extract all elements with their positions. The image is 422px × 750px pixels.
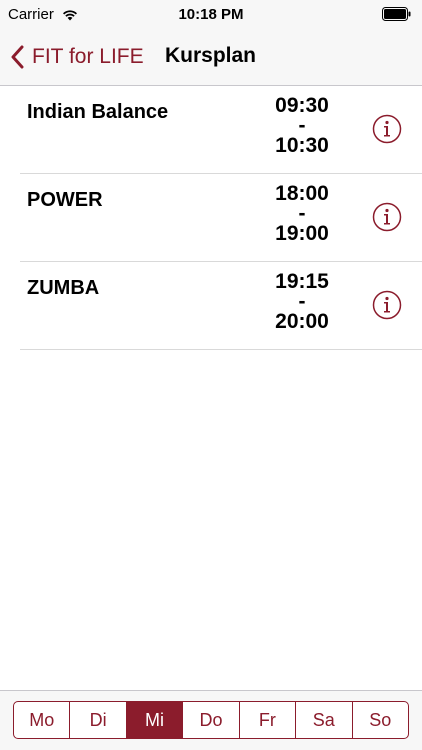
day-segmented-control: Mo Di Mi Do Fr Sa So [13,701,409,739]
back-label: FIT for LIFE [32,45,144,68]
nav-bar: FIT for LIFE Kursplan [0,30,422,86]
course-time-separator: - [298,202,306,225]
course-name: POWER [27,189,103,211]
course-row[interactable]: ZUMBA 19:15 - 20:00 [20,262,422,350]
day-tab-di[interactable]: Di [70,702,127,738]
course-time: 09:30 - 10:30 [260,94,344,157]
day-tab-fr[interactable]: Fr [240,702,297,738]
course-end-time: 10:30 [275,134,329,157]
screen: Carrier 10:18 PM FIT for LIFE Kursplan I… [0,0,422,750]
day-tab-mo[interactable]: Mo [14,702,71,738]
day-tab-sa[interactable]: Sa [296,702,353,738]
course-start-time: 09:30 [275,94,329,117]
course-time: 19:15 - 20:00 [260,270,344,333]
chevron-left-icon [11,45,24,69]
course-row[interactable]: Indian Balance 09:30 - 10:30 [20,86,422,174]
course-time-separator: - [298,114,306,137]
back-button[interactable]: FIT for LIFE [10,42,144,72]
course-time: 18:00 - 19:00 [260,182,344,245]
course-start-time: 19:15 [275,270,329,293]
course-start-time: 18:00 [275,182,329,205]
day-tab-do[interactable]: Do [183,702,240,738]
info-icon[interactable] [372,114,402,144]
day-tab-mi[interactable]: Mi [126,702,184,738]
course-list: Indian Balance 09:30 - 10:30 POWER 18:00… [0,86,422,350]
battery-icon [382,7,411,21]
course-end-time: 19:00 [275,222,329,245]
day-tab-so[interactable]: So [353,702,408,738]
day-bar: Mo Di Mi Do Fr Sa So [0,690,422,750]
course-name: Indian Balance [27,101,169,123]
course-row[interactable]: POWER 18:00 - 19:00 [20,174,422,262]
course-end-time: 20:00 [275,310,329,333]
page-title: Kursplan [165,44,257,67]
info-icon[interactable] [372,290,402,320]
info-icon[interactable] [372,202,402,232]
status-bar: Carrier 10:18 PM [0,0,422,30]
course-name: ZUMBA [27,277,100,299]
status-time: 10:18 PM [178,6,244,23]
course-time-separator: - [298,290,306,313]
